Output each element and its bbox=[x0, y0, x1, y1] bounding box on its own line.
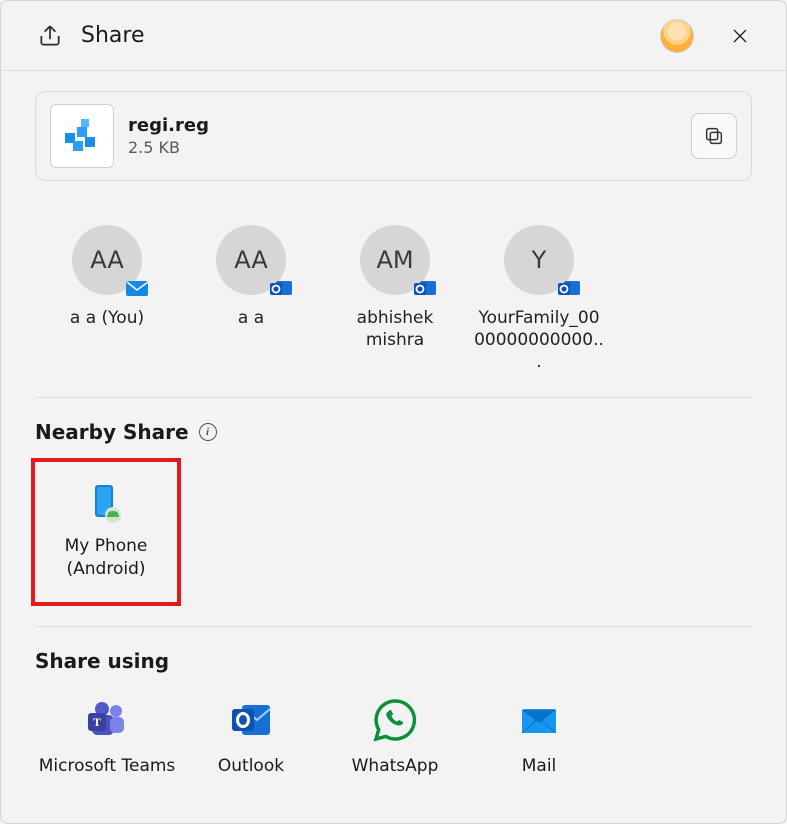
contact-avatar: Y bbox=[504, 225, 574, 295]
contacts-row: AA a a (You) AA a a AM bbox=[35, 225, 752, 398]
file-thumbnail bbox=[50, 104, 114, 168]
contact-avatar: AA bbox=[72, 225, 142, 295]
content: regi.reg 2.5 KB AA a a (You) bbox=[1, 71, 786, 823]
app-label: WhatsApp bbox=[352, 755, 439, 777]
info-icon[interactable]: i bbox=[199, 423, 217, 441]
app-teams[interactable]: T Microsoft Teams bbox=[35, 695, 179, 777]
copy-icon bbox=[703, 125, 725, 147]
contact-initials: AM bbox=[376, 246, 413, 274]
file-card: regi.reg 2.5 KB bbox=[35, 91, 752, 181]
outlook-icon bbox=[226, 695, 276, 745]
share-using-label: Share using bbox=[35, 649, 169, 673]
file-name: regi.reg bbox=[128, 115, 677, 136]
contact-avatar: AM bbox=[360, 225, 430, 295]
phone-icon bbox=[89, 483, 123, 523]
nearby-row: My Phone (Android) bbox=[35, 458, 752, 627]
nearby-share-label: Nearby Share bbox=[35, 420, 189, 444]
contact-avatar: AA bbox=[216, 225, 286, 295]
outlook-badge-icon bbox=[412, 277, 440, 299]
mail-badge-icon bbox=[124, 277, 152, 299]
contact-label: abhishek mishra bbox=[330, 307, 460, 351]
file-meta: regi.reg 2.5 KB bbox=[128, 115, 677, 157]
contact-initials: Y bbox=[532, 246, 547, 274]
mail-icon bbox=[514, 695, 564, 745]
reg-file-icon bbox=[59, 113, 105, 159]
contact-label: YourFamily_0000000000000... bbox=[474, 307, 604, 373]
app-whatsapp[interactable]: WhatsApp bbox=[323, 695, 467, 777]
titlebar: Share bbox=[1, 1, 786, 71]
page-title: Share bbox=[81, 23, 660, 48]
teams-icon: T bbox=[82, 695, 132, 745]
contact-item[interactable]: Y YourFamily_0000000000000... bbox=[467, 225, 611, 373]
contact-initials: AA bbox=[234, 246, 268, 274]
contact-label: a a bbox=[238, 307, 264, 329]
whatsapp-icon bbox=[370, 695, 420, 745]
apps-row: T Microsoft Teams Outlook bbox=[35, 695, 752, 777]
svg-text:T: T bbox=[93, 715, 101, 729]
share-dialog: Share regi.reg 2.5 KB bbox=[0, 0, 787, 824]
app-label: Outlook bbox=[218, 755, 284, 777]
contact-item[interactable]: AA a a (You) bbox=[35, 225, 179, 373]
contact-item[interactable]: AA a a bbox=[179, 225, 323, 373]
share-using-title: Share using bbox=[35, 649, 752, 673]
share-icon bbox=[37, 23, 63, 49]
nearby-device-label: My Phone (Android) bbox=[35, 535, 177, 581]
app-label: Mail bbox=[522, 755, 557, 777]
app-label: Microsoft Teams bbox=[39, 755, 176, 777]
app-outlook[interactable]: Outlook bbox=[179, 695, 323, 777]
file-size: 2.5 KB bbox=[128, 138, 677, 157]
contact-initials: AA bbox=[90, 246, 124, 274]
nearby-share-title: Nearby Share i bbox=[35, 420, 752, 444]
copy-button[interactable] bbox=[691, 113, 737, 159]
app-mail[interactable]: Mail bbox=[467, 695, 611, 777]
outlook-badge-icon bbox=[268, 277, 296, 299]
user-avatar[interactable] bbox=[660, 19, 694, 53]
contact-item[interactable]: AM abhishek mishra bbox=[323, 225, 467, 373]
close-button[interactable] bbox=[718, 14, 762, 58]
contact-label: a a (You) bbox=[70, 307, 144, 329]
nearby-device[interactable]: My Phone (Android) bbox=[31, 458, 181, 606]
close-icon bbox=[732, 28, 748, 44]
outlook-badge-icon bbox=[556, 277, 584, 299]
